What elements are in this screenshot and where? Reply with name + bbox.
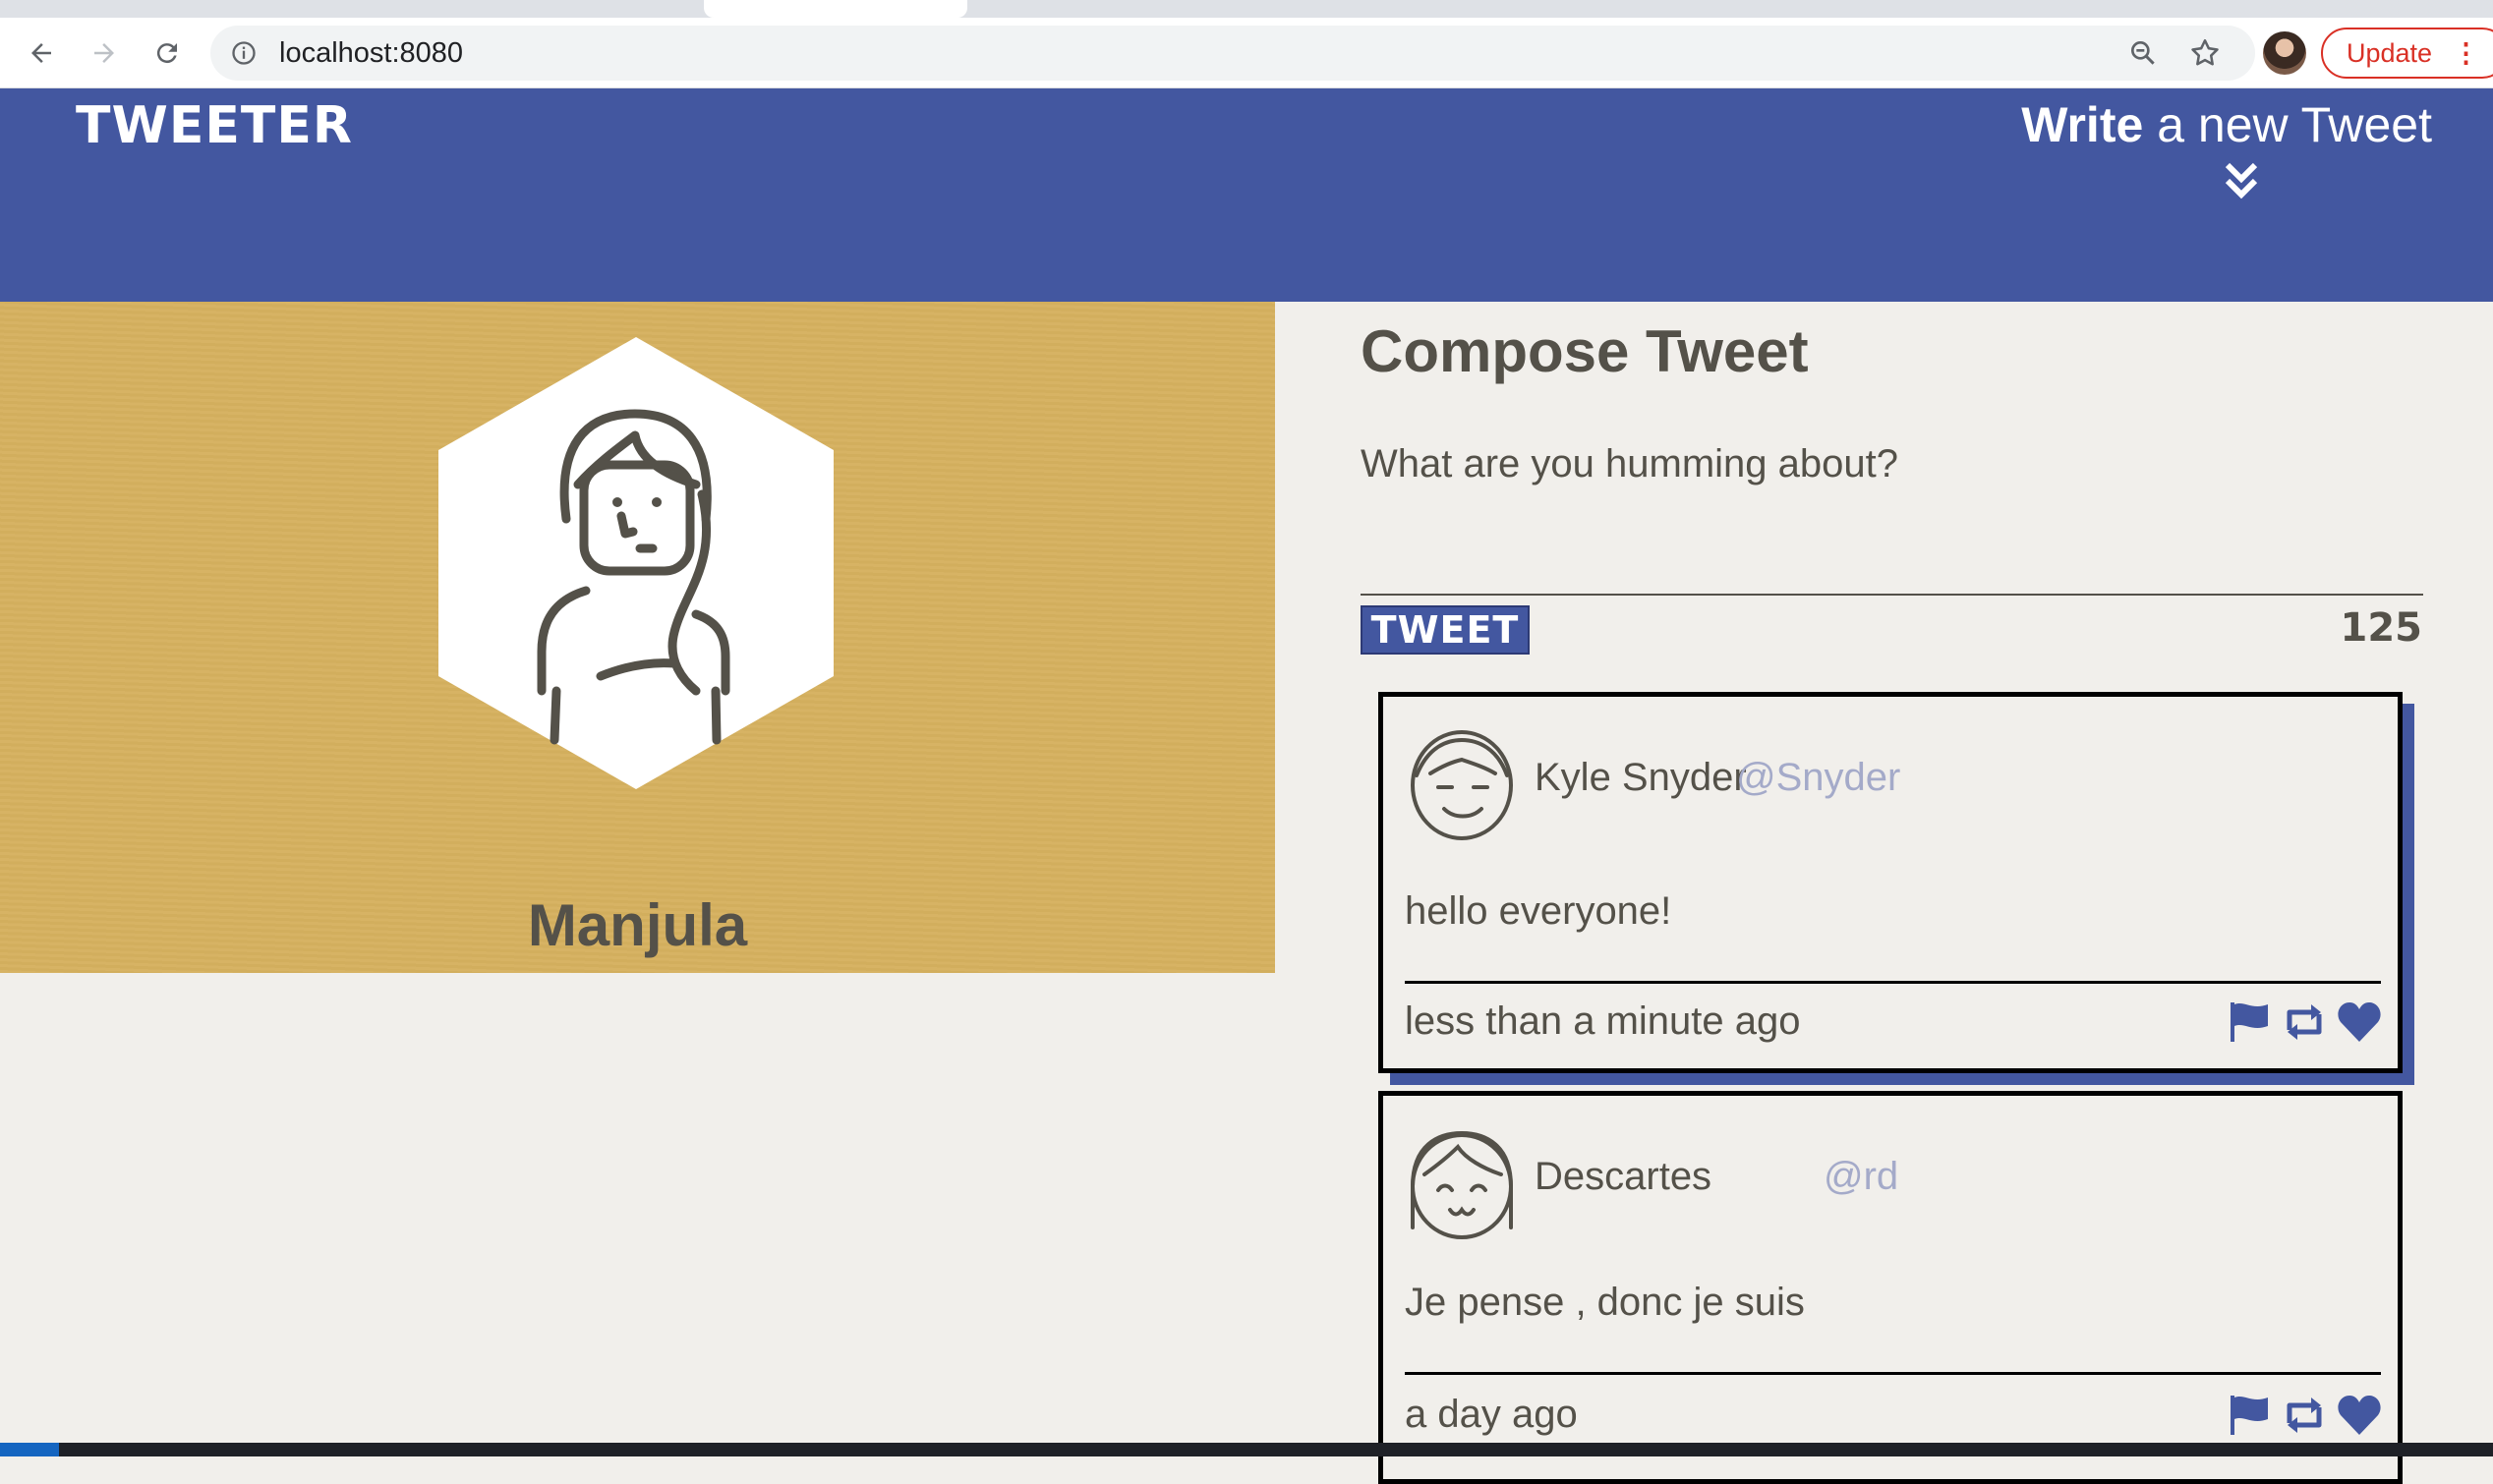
profile-avatar bbox=[438, 337, 834, 789]
forward-arrow-icon bbox=[94, 43, 114, 63]
address-bar[interactable]: localhost:8080 bbox=[210, 26, 2255, 81]
brand-logo[interactable]: TWEETER bbox=[76, 96, 353, 155]
write-new-tweet-link[interactable]: Write a new Tweet bbox=[2021, 96, 2432, 153]
tweet-author-handle: @rd bbox=[1824, 1155, 1899, 1198]
flag-icon[interactable] bbox=[2227, 1394, 2272, 1437]
user-avatar-icon bbox=[1411, 1130, 1513, 1239]
tweet-timestamp: less than a minute ago bbox=[1405, 999, 1801, 1043]
compose-underline bbox=[1361, 594, 2423, 596]
compose-title: Compose Tweet bbox=[1361, 318, 1809, 384]
back-arrow-icon bbox=[31, 43, 51, 63]
tweet-actions bbox=[2227, 1393, 2384, 1438]
retweet-icon[interactable] bbox=[2282, 1000, 2327, 1044]
heart-icon[interactable] bbox=[2337, 1000, 2382, 1044]
tab-strip bbox=[0, 0, 2493, 18]
tweet-author-name: Descartes bbox=[1535, 1155, 1712, 1198]
character-counter: 125 bbox=[2340, 605, 2423, 651]
flag-icon[interactable] bbox=[2227, 1000, 2272, 1044]
update-button[interactable]: Update ⋮ bbox=[2321, 28, 2493, 79]
write-link-rest: a new Tweet bbox=[2143, 97, 2432, 152]
retweet-icon[interactable] bbox=[2282, 1394, 2327, 1437]
profile-header: Manjula bbox=[0, 302, 1275, 973]
forward-button[interactable] bbox=[83, 31, 126, 75]
info-icon[interactable] bbox=[230, 39, 258, 67]
tweet-divider bbox=[1405, 1372, 2381, 1375]
profile-name: Manjula bbox=[527, 892, 748, 958]
tweet-content: hello everyone! bbox=[1405, 889, 1672, 933]
tweet-submit-button[interactable]: TWEET bbox=[1361, 605, 1530, 655]
tweet-actions bbox=[2227, 999, 2384, 1045]
active-tab[interactable] bbox=[704, 0, 967, 18]
user-avatar-icon bbox=[1411, 730, 1513, 840]
heart-icon[interactable] bbox=[2337, 1394, 2382, 1437]
double-chevron-down-icon[interactable] bbox=[2223, 160, 2260, 201]
tweet-author-handle: @Snyder bbox=[1736, 756, 1901, 799]
menu-dots-icon[interactable]: ⋮ bbox=[2453, 29, 2479, 77]
tweet-author-name: Kyle Snyder bbox=[1535, 756, 1747, 799]
reload-button[interactable] bbox=[145, 31, 189, 75]
taskbar-accent bbox=[0, 1443, 59, 1456]
back-button[interactable] bbox=[20, 31, 63, 75]
bookmark-star-icon[interactable] bbox=[2188, 36, 2222, 70]
tweet-divider bbox=[1405, 981, 2381, 984]
browser-toolbar: localhost:8080 Update ⋮ bbox=[0, 18, 2493, 88]
tweet-textarea[interactable]: What are you humming about? bbox=[1361, 442, 1898, 486]
tweet-card: Kyle Snyder @Snyder hello everyone! less… bbox=[1378, 692, 2403, 1073]
reload-icon bbox=[156, 43, 177, 64]
write-link-bold: Write bbox=[2021, 97, 2144, 152]
tweet-card: Descartes @rd Je pense , donc je suis a … bbox=[1378, 1091, 2403, 1484]
tweet-timestamp: a day ago bbox=[1405, 1393, 1578, 1436]
desktop-taskbar-sliver bbox=[0, 1443, 2493, 1456]
browser-profile-avatar[interactable] bbox=[2263, 31, 2306, 75]
url-text[interactable]: localhost:8080 bbox=[279, 26, 463, 81]
update-button-label: Update bbox=[2347, 38, 2433, 68]
zoom-out-icon[interactable] bbox=[2127, 37, 2159, 69]
tweet-content: Je pense , donc je suis bbox=[1405, 1281, 1805, 1324]
